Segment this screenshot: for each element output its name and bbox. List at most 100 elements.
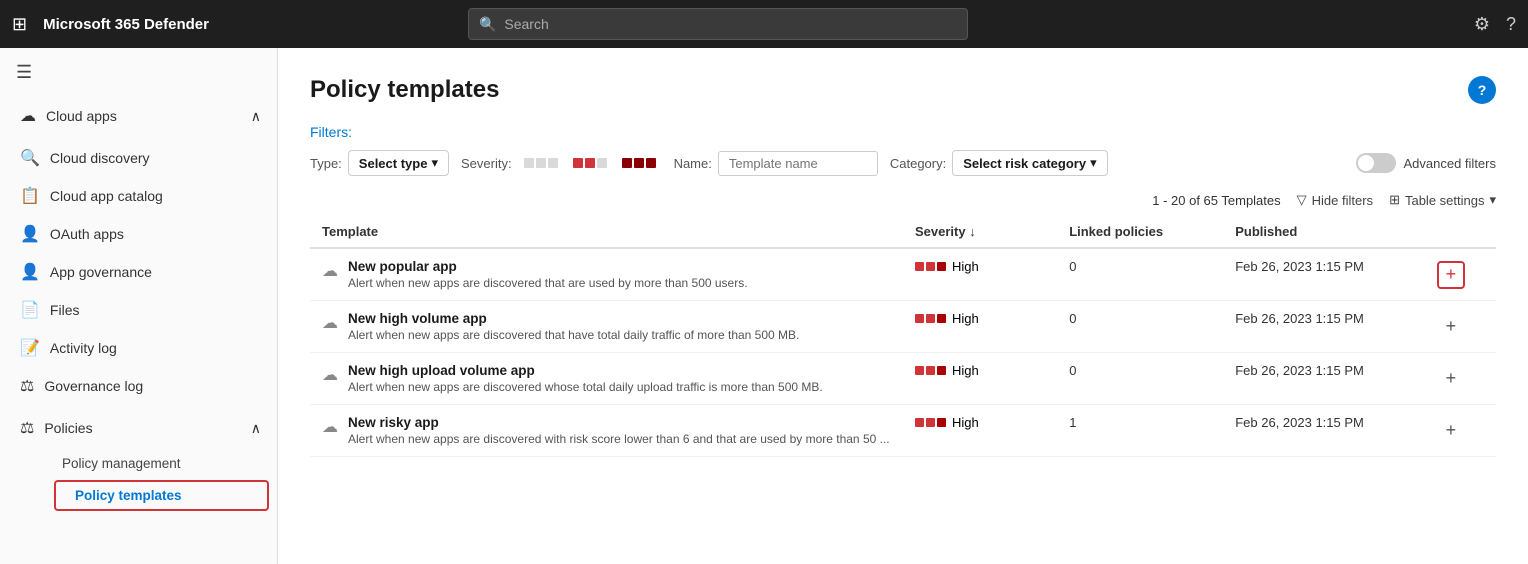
advanced-filters-row: Advanced filters [1356,153,1497,173]
col-header-linked: Linked policies [1057,216,1223,248]
published-cell: Feb 26, 2023 1:15 PM [1223,353,1425,405]
sidebar-group-cloud-apps[interactable]: ☁ Cloud apps ∧ [0,97,277,135]
sort-icon: ↓ [969,224,976,239]
policies-label: Policies [44,420,92,436]
severity-cell: High [903,301,1057,353]
table-row: ☁ New high upload volume app Alert when … [310,353,1496,405]
action-cell: + [1425,248,1496,301]
template-cell: ☁ New high upload volume app Alert when … [310,353,903,405]
chevron-up-icon2: ∧ [251,420,261,437]
template-desc: Alert when new apps are discovered with … [348,432,890,446]
sidebar-item-policy-templates[interactable]: Policy templates [54,480,269,511]
files-icon: 📄 [20,300,40,320]
sev-low-box3 [548,158,558,168]
settings-button[interactable]: ⚙ [1474,14,1490,35]
grid-icon[interactable]: ⊞ [12,14,27,35]
sev-med-box3 [597,158,607,168]
name-filter-label: Name: [674,156,712,171]
main-layout: ☰ ☁ Cloud apps ∧ 🔍 Cloud discovery 📋 Clo… [0,48,1528,564]
sidebar-item-cloud-discovery[interactable]: 🔍 Cloud discovery [0,139,277,177]
cloud-template-icon: ☁ [322,261,338,281]
type-select-button[interactable]: Select type ▾ [348,150,449,176]
action-cell: + [1425,353,1496,405]
search-icon: 🔍 [479,16,496,33]
sev-low-box1 [524,158,534,168]
oauth-icon: 👤 [20,224,40,244]
sidebar-item-activity-log[interactable]: 📝 Activity log [0,329,277,367]
search-bar[interactable]: 🔍 [468,8,968,40]
sev-high-box1 [622,158,632,168]
category-filter-label: Category: [890,156,946,171]
activity-log-icon: 📝 [20,338,40,358]
sev-bar-1 [915,418,924,427]
name-filter-group: Name: [674,151,878,176]
category-chevron-icon: ▾ [1090,155,1097,171]
sidebar: ☰ ☁ Cloud apps ∧ 🔍 Cloud discovery 📋 Clo… [0,48,278,564]
sidebar-item-label: Activity log [50,340,117,356]
sidebar-item-policy-management[interactable]: Policy management [46,449,277,478]
published-date: Feb 26, 2023 1:15 PM [1235,415,1364,430]
type-filter-label: Type: [310,156,342,171]
sidebar-item-files[interactable]: 📄 Files [0,291,277,329]
severity-filter-label: Severity: [461,156,512,171]
published-date: Feb 26, 2023 1:15 PM [1235,311,1364,326]
sidebar-item-cloud-app-catalog[interactable]: 📋 Cloud app catalog [0,177,277,215]
table-settings-icon: ⊞ [1389,192,1400,208]
category-select-button[interactable]: Select risk category ▾ [952,150,1107,176]
filters-label: Filters: [310,124,1496,140]
sidebar-item-app-governance[interactable]: 👤 App governance [0,253,277,291]
hamburger-menu[interactable]: ☰ [0,48,277,97]
sev-high-box2 [634,158,644,168]
sidebar-item-label: OAuth apps [50,226,124,242]
template-desc: Alert when new apps are discovered whose… [348,380,823,394]
hide-filters-button[interactable]: ▽ Hide filters [1297,192,1373,208]
type-filter-group: Type: Select type ▾ [310,150,449,176]
help-button[interactable]: ? [1506,14,1516,35]
severity-indicator: High [915,363,1045,378]
severity-medium-group[interactable] [567,154,613,172]
add-template-button[interactable]: + [1437,261,1465,289]
table-settings-button[interactable]: ⊞ Table settings ▾ [1389,192,1496,208]
category-value: Select risk category [963,156,1086,171]
published-cell: Feb 26, 2023 1:15 PM [1223,248,1425,301]
cloud-template-icon: ☁ [322,313,338,333]
sidebar-item-governance-log[interactable]: ⚖ Governance log [0,367,277,405]
cloud-apps-label: Cloud apps [46,108,117,124]
top-navigation: ⊞ Microsoft 365 Defender 🔍 ⚙ ? [0,0,1528,48]
sev-bar-2 [926,366,935,375]
advanced-filters-label: Advanced filters [1404,156,1497,171]
sidebar-item-label: Cloud app catalog [50,188,163,204]
sev-med-box1 [573,158,583,168]
cloud-apps-icon: ☁ [20,106,36,126]
cloud-template-icon: ☁ [322,365,338,385]
severity-indicator: High [915,311,1045,326]
severity-high-group[interactable] [616,154,662,172]
sev-bar-3 [937,366,946,375]
template-name: New high volume app [348,311,799,326]
help-circle-button[interactable]: ? [1468,76,1496,104]
cloud-catalog-icon: 📋 [20,186,40,206]
linked-count: 0 [1069,363,1076,378]
sidebar-item-oauth-apps[interactable]: 👤 OAuth apps [0,215,277,253]
app-governance-icon: 👤 [20,262,40,282]
table-row: ☁ New risky app Alert when new apps are … [310,405,1496,457]
search-input[interactable] [504,16,957,32]
severity-label: High [952,415,979,430]
advanced-filters-toggle[interactable] [1356,153,1396,173]
sev-bar-1 [915,262,924,271]
sidebar-cloud-apps-section: 🔍 Cloud discovery 📋 Cloud app catalog 👤 … [0,135,277,409]
add-template-button[interactable]: + [1437,365,1465,393]
severity-low-group[interactable] [518,154,564,172]
add-template-button[interactable]: + [1437,417,1465,445]
add-template-button[interactable]: + [1437,313,1465,341]
col-header-severity[interactable]: Severity ↓ [903,216,1057,248]
chevron-down-icon: ▾ [431,155,438,171]
name-filter-input[interactable] [718,151,878,176]
table-settings-chevron: ▾ [1489,192,1496,208]
severity-icons-group [518,154,662,172]
filters-row: Type: Select type ▾ Severity: [310,150,1496,176]
col-header-template: Template [310,216,903,248]
severity-cell: High [903,248,1057,301]
template-cell: ☁ New high volume app Alert when new app… [310,301,903,353]
sidebar-group-policies[interactable]: ⚖ Policies ∧ [0,409,277,447]
